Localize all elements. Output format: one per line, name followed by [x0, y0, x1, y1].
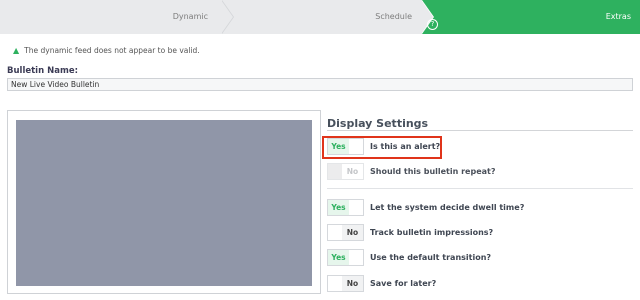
toggle-yes: Yes — [328, 200, 349, 215]
step-dynamic[interactable]: Dynamic — [0, 0, 222, 34]
warning-text: The dynamic feed does not appear to be v… — [24, 46, 200, 55]
repeat-toggle[interactable]: No — [327, 163, 364, 180]
step-extras[interactable]: Extras — [422, 0, 640, 34]
preview-panel — [7, 110, 321, 294]
setting-label: Track bulletin impressions? — [370, 228, 494, 237]
toggle-no: No — [342, 276, 363, 291]
setting-impressions: No Track bulletin impressions? — [327, 224, 633, 243]
wizard-steps: Dynamic Schedule Extras ? — [0, 0, 640, 34]
setting-save-later: No Save for later? — [327, 275, 633, 294]
setting-dwell-time: Yes Let the system decide dwell time? — [327, 199, 633, 218]
setting-label: Save for later? — [370, 279, 437, 288]
toggle-yes: Yes — [328, 250, 349, 265]
bulletin-name-label: Bulletin Name: — [7, 66, 78, 76]
settings-divider — [327, 188, 633, 189]
impressions-toggle[interactable]: No — [327, 224, 364, 241]
setting-label: Should this bulletin repeat? — [370, 167, 496, 176]
toggle-no: No — [342, 164, 363, 179]
warning-triangle-icon: ▲ — [13, 46, 20, 55]
toggle-no: No — [342, 225, 363, 240]
video-preview — [16, 120, 312, 286]
setting-label: Let the system decide dwell time? — [370, 203, 525, 212]
section-divider — [327, 130, 633, 131]
feed-warning: ▲ The dynamic feed does not appear to be… — [13, 46, 200, 55]
setting-repeat: No Should this bulletin repeat? — [327, 163, 633, 182]
save-later-toggle[interactable]: No — [327, 275, 364, 292]
highlight-box — [322, 136, 442, 159]
dwell-time-toggle[interactable]: Yes — [327, 199, 364, 216]
setting-label: Use the default transition? — [370, 253, 492, 262]
bulletin-name-input[interactable]: New Live Video Bulletin — [7, 78, 633, 91]
transition-toggle[interactable]: Yes — [327, 249, 364, 266]
display-settings-title: Display Settings — [327, 117, 429, 130]
step-schedule[interactable]: Schedule — [222, 0, 422, 34]
help-circle-icon[interactable]: ? — [427, 19, 438, 30]
setting-transition: Yes Use the default transition? — [327, 249, 633, 268]
